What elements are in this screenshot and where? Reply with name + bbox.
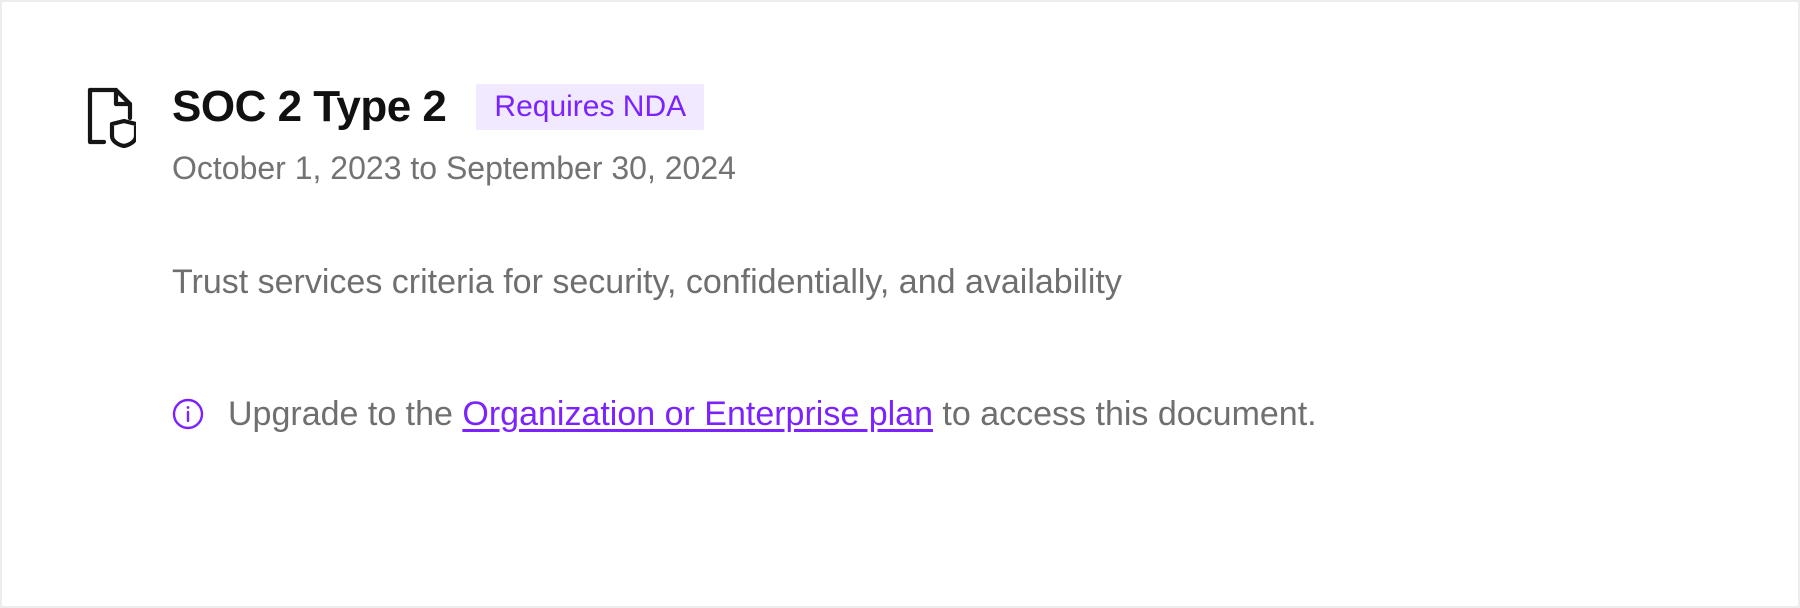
notice-text: Upgrade to the Organization or Enterpris… [228,395,1317,434]
upgrade-plan-link[interactable]: Organization or Enterprise plan [462,395,933,433]
title-row: SOC 2 Type 2 Requires NDA [172,82,1317,132]
card-header: SOC 2 Type 2 Requires NDA October 1, 202… [82,82,1718,434]
date-range: October 1, 2023 to September 30, 2024 [172,150,1317,187]
upgrade-notice: Upgrade to the Organization or Enterpris… [172,395,1317,434]
notice-suffix: to access this document. [933,395,1317,433]
nda-badge: Requires NDA [476,84,704,130]
document-shield-icon [82,82,136,153]
content-column: SOC 2 Type 2 Requires NDA October 1, 202… [172,82,1317,434]
document-title: SOC 2 Type 2 [172,82,446,132]
document-card: SOC 2 Type 2 Requires NDA October 1, 202… [0,0,1800,608]
info-icon [172,398,204,430]
notice-prefix: Upgrade to the [228,395,462,433]
document-description: Trust services criteria for security, co… [172,259,1317,307]
